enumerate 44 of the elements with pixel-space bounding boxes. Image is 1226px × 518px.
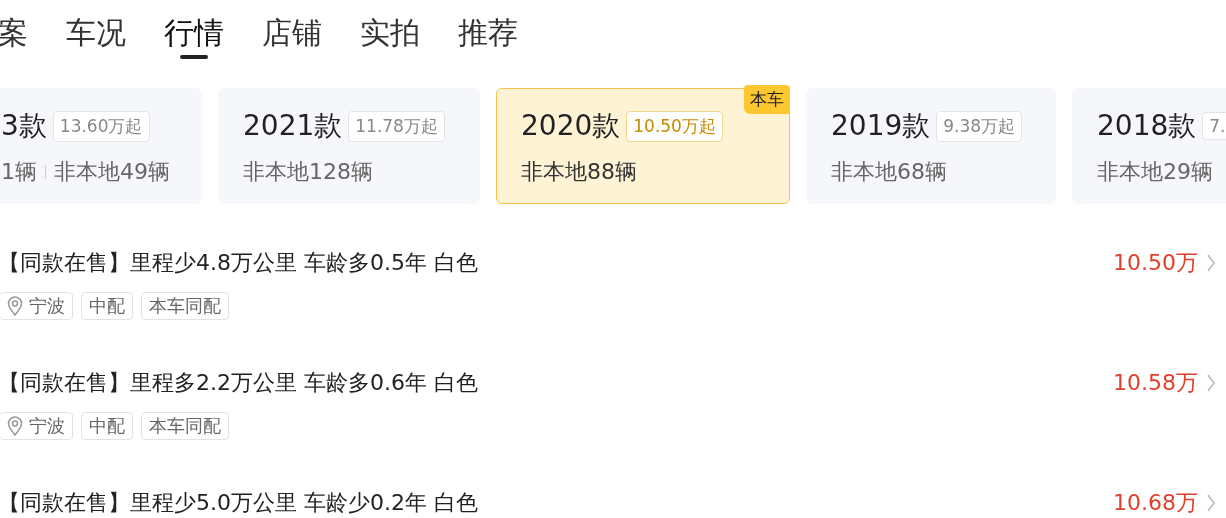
listing-count: 非本地68辆 [831,158,947,186]
tab[interactable]: 推荐 [458,16,518,59]
starting-price: 13.60万起 [52,110,150,142]
model-year: 2021款 [243,108,343,144]
model-card[interactable]: 2018款 7. 非本地29辆 [1072,88,1226,204]
tab[interactable]: 车况 [66,16,126,59]
model-card[interactable]: 本车 2020款 10.50万起 非本地88辆 [496,88,790,204]
current-car-badge: 本车 [744,85,790,114]
listing-tag: 中配 [81,412,133,440]
model-year: 2018款 [1097,108,1197,144]
chevron-icon [1206,253,1216,273]
listing-tag: 本车同配 [141,292,229,320]
listing-count: 非本地29辆 [1097,158,1213,186]
listing-tag: 宁波 [0,412,73,440]
starting-price: 7. [1202,112,1226,140]
listing-title[interactable]: 【同款在售】里程少5.0万公里 车龄少0.2年 白色 [0,488,478,518]
chevron-icon [1206,493,1216,513]
tab[interactable]: 店铺 [262,16,322,59]
listing-price: 10.50万 [1113,249,1198,277]
location-pin-icon [7,416,23,436]
starting-price: 10.50万起 [626,110,723,142]
listing-count: 非本地128辆 [243,158,373,186]
chevron-icon [1206,373,1216,393]
listing-price: 10.58万 [1113,369,1198,397]
listing-tag: 本车同配 [141,412,229,440]
starting-price: 9.38万起 [936,110,1023,142]
tab[interactable]: 实拍 [360,16,420,59]
model-card[interactable]: 3款 13.60万起 1辆 非本地49辆 [0,88,202,204]
model-year: 2020款 [521,108,621,144]
model-year: 3款 [1,108,47,144]
location-pin-icon [7,296,23,316]
listing-count: 1辆 [1,158,37,186]
listing-tag: 宁波 [0,292,73,320]
listing-title[interactable]: 【同款在售】里程少4.8万公里 车龄多0.5年 白色 [0,248,478,278]
listing-tag: 中配 [81,292,133,320]
tab[interactable]: 行情 [164,16,224,59]
listing-title[interactable]: 【同款在售】里程多2.2万公里 车龄多0.6年 白色 [0,368,478,398]
model-card[interactable]: 2019款 9.38万起 非本地68辆 [806,88,1056,204]
listing-count: 非本地49辆 [54,158,170,186]
starting-price: 11.78万起 [348,110,445,142]
listing-price: 10.68万 [1113,489,1198,517]
listing-count: 非本地88辆 [521,158,637,186]
model-card[interactable]: 2021款 11.78万起 非本地128辆 [218,88,480,204]
model-year: 2019款 [831,108,931,144]
